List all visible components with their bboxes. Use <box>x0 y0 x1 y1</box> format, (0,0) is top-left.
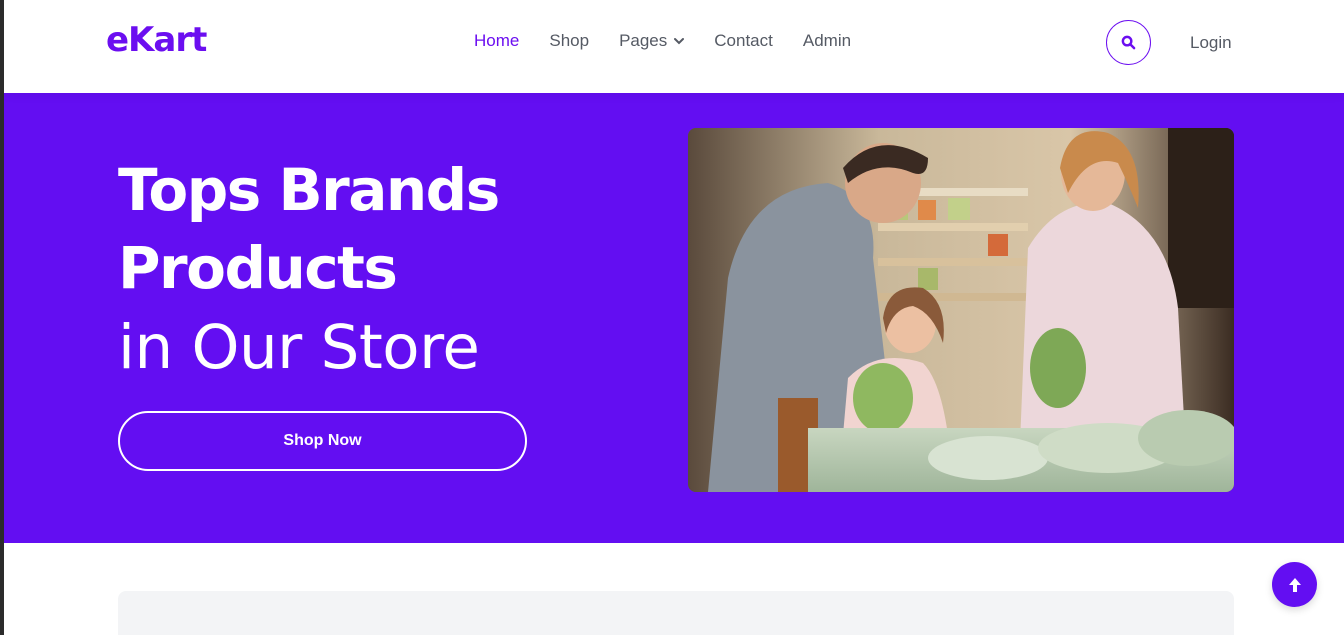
nav-admin-label: Admin <box>802 31 852 50</box>
arrow-up-icon <box>1288 577 1301 592</box>
nav-home-label: Home <box>474 31 520 50</box>
nav-admin[interactable]: Admin <box>803 31 851 51</box>
login-link[interactable]: Login <box>1190 33 1232 53</box>
site-header: eKart Home Shop Pages Contact Admin Logi… <box>4 0 1344 93</box>
nav-shop-label: Shop <box>549 31 590 50</box>
main-nav: Home Shop Pages Contact Admin <box>474 31 881 51</box>
shop-now-button[interactable]: Shop Now <box>118 411 527 471</box>
site-logo[interactable]: eKart <box>106 20 207 60</box>
scroll-to-top-button[interactable] <box>1272 562 1317 607</box>
nav-pages[interactable]: Pages <box>619 31 685 51</box>
content-card <box>118 591 1234 635</box>
hero-title-line2: Products <box>118 234 398 302</box>
nav-shop[interactable]: Shop <box>549 31 589 51</box>
window-edge <box>0 0 4 635</box>
hero-photo-illustration <box>688 128 1234 492</box>
hero-title: Tops Brands Products <box>118 151 500 307</box>
hero-banner: Tops Brands Products in Our Store Shop N… <box>4 93 1344 543</box>
search-icon <box>1121 35 1136 50</box>
nav-home[interactable]: Home <box>474 31 519 51</box>
search-button[interactable] <box>1106 20 1151 65</box>
hero-subtitle: in Our Store <box>118 312 480 383</box>
hero-image <box>688 128 1234 492</box>
nav-contact-label: Contact <box>714 31 773 50</box>
nav-pages-label: Pages <box>619 31 668 50</box>
hero-title-line1: Tops Brands <box>118 156 500 224</box>
chevron-down-icon <box>674 38 685 45</box>
nav-contact[interactable]: Contact <box>714 31 773 51</box>
